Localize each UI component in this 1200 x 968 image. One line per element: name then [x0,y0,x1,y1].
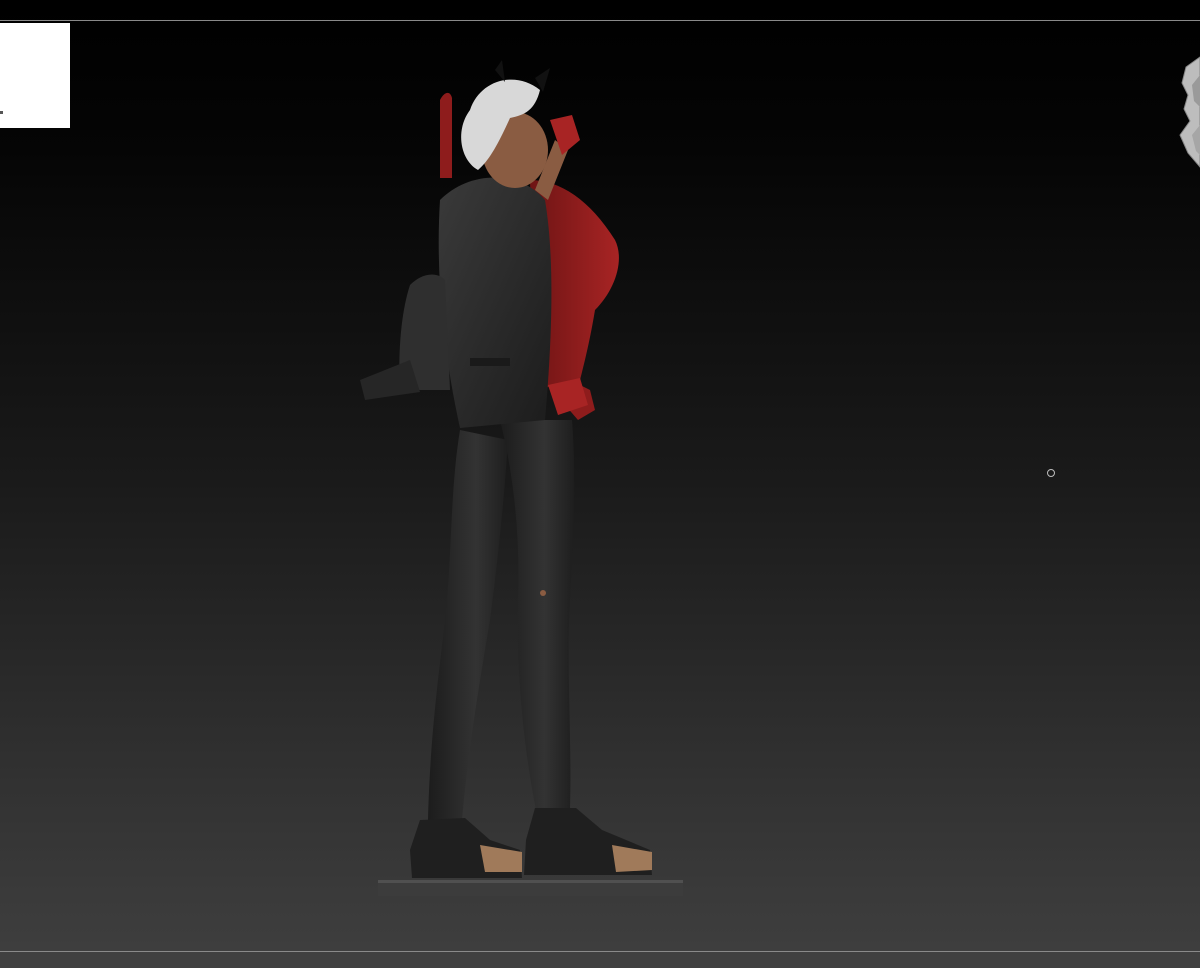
viewport-top-border [0,20,1200,21]
navigation-cube-icon[interactable] [1172,55,1200,170]
model-head [440,60,550,188]
pivot-point-icon[interactable] [1047,469,1055,477]
model-jacket [360,177,552,428]
sculpt-model[interactable] [340,60,700,900]
status-strip [0,952,1200,968]
navigation-thumbnail[interactable] [0,23,70,128]
model-legs [428,420,575,820]
thumbnail-marker [0,111,3,114]
model-base [378,880,683,896]
zbrush-viewport[interactable] [0,0,1200,968]
